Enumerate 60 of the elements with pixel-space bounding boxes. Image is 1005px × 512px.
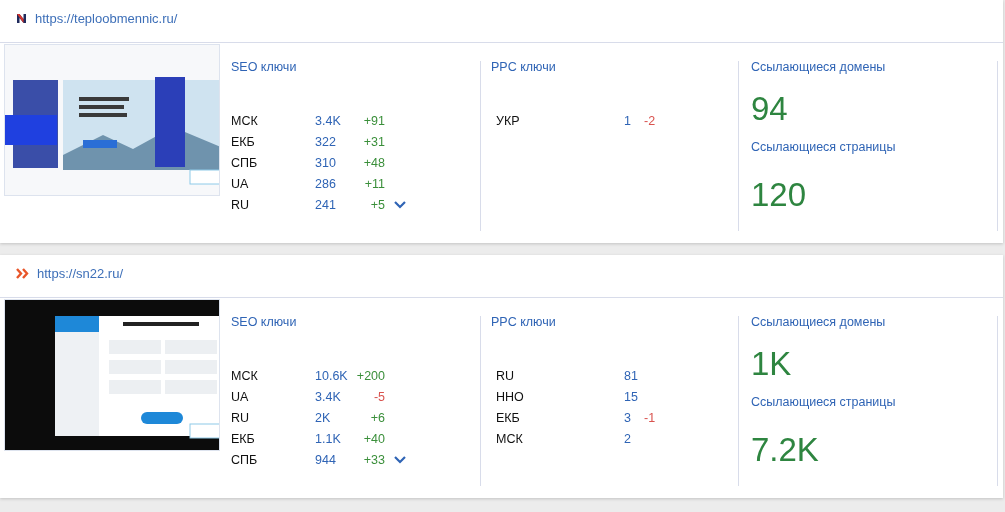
count-change: +48 bbox=[362, 156, 385, 170]
count-change: +6 bbox=[369, 411, 385, 425]
keyword-count: 2 bbox=[624, 432, 632, 446]
double-chevron-logo-icon bbox=[16, 268, 29, 279]
region-label: ЕКБ bbox=[231, 432, 256, 446]
section-title: SEO ключи bbox=[231, 315, 298, 329]
site-url-link[interactable]: https://sn22.ru/ bbox=[37, 266, 123, 281]
metric-value: 120 bbox=[751, 176, 808, 214]
region-label: UA bbox=[231, 390, 250, 404]
section-title: Ссылающиеся домены bbox=[751, 315, 887, 329]
region-label: RU bbox=[231, 198, 251, 212]
region-label: ЕКБ bbox=[496, 411, 521, 425]
count-change: +33 bbox=[362, 453, 385, 467]
keyword-count: 3 bbox=[624, 411, 632, 425]
section-title: PPC ключи bbox=[491, 315, 557, 329]
count-change: +11 bbox=[363, 177, 385, 191]
keyword-count: 10.6K bbox=[315, 369, 349, 383]
keyword-count: 3.4K bbox=[315, 390, 342, 404]
count-change: +200 bbox=[355, 369, 385, 383]
region-label: МСК bbox=[231, 114, 259, 128]
count-change: +5 bbox=[369, 198, 385, 212]
count-change: +91 bbox=[362, 114, 385, 128]
keyword-count: 81 bbox=[624, 369, 639, 383]
expand-chevron-icon[interactable] bbox=[393, 455, 407, 465]
site-url-link[interactable]: https://teploobmennic.ru/ bbox=[35, 11, 178, 26]
region-label: МСК bbox=[231, 369, 259, 383]
count-change: -2 bbox=[644, 114, 657, 128]
section-title: PPC ключи bbox=[491, 60, 557, 74]
expand-chevron-icon[interactable] bbox=[393, 200, 407, 210]
keyword-count: 322 bbox=[315, 135, 337, 149]
keyword-count: 310 bbox=[315, 156, 337, 170]
section-title: Ссылающиеся домены bbox=[751, 60, 887, 74]
region-label: RU bbox=[496, 369, 516, 383]
metric-value: 7.2K bbox=[751, 431, 820, 469]
metric-value: 1K bbox=[751, 345, 793, 383]
region-label: UA bbox=[231, 177, 250, 191]
keyword-count: 1 bbox=[624, 114, 632, 128]
keyword-count: 15 bbox=[624, 390, 639, 404]
count-change: -5 bbox=[372, 390, 385, 404]
keyword-count: 1.1K bbox=[315, 432, 342, 446]
keyword-count: 241 bbox=[315, 198, 337, 212]
section-title: Ссылающиеся страницы bbox=[751, 140, 897, 154]
count-change: +40 bbox=[362, 432, 385, 446]
region-label: МСК bbox=[496, 432, 524, 446]
count-change: -1 bbox=[644, 411, 657, 425]
region-label: RU bbox=[231, 411, 251, 425]
keyword-count: 2K bbox=[315, 411, 332, 425]
region-label: УКР bbox=[496, 114, 521, 128]
section-title: SEO ключи bbox=[231, 60, 298, 74]
letter-n-logo-icon bbox=[16, 13, 27, 24]
region-label: ЕКБ bbox=[231, 135, 256, 149]
region-label: СПБ bbox=[231, 453, 259, 467]
keyword-count: 944 bbox=[315, 453, 337, 467]
region-label: СПБ bbox=[231, 156, 259, 170]
metric-value: 94 bbox=[751, 90, 789, 128]
keyword-count: 286 bbox=[315, 177, 337, 191]
count-change: +31 bbox=[362, 135, 385, 149]
region-label: ННО bbox=[496, 390, 525, 404]
section-title: Ссылающиеся страницы bbox=[751, 395, 897, 409]
keyword-count: 3.4K bbox=[315, 114, 342, 128]
